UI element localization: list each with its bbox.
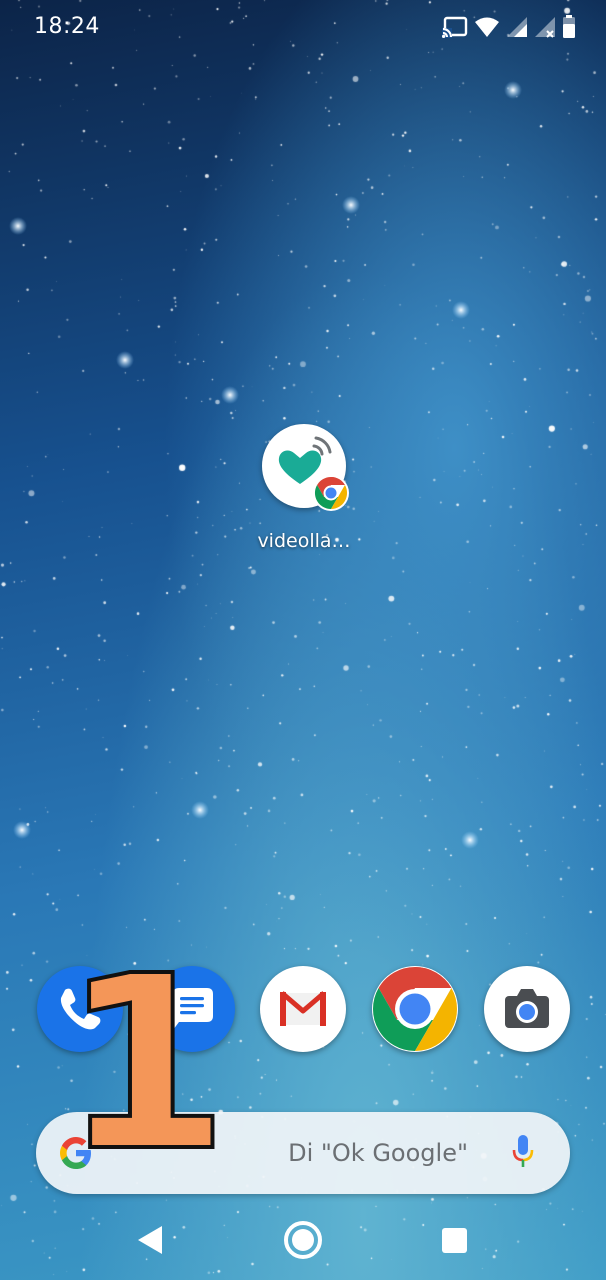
step-number-overlay: 1 bbox=[60, 924, 231, 1204]
dock-app-camera[interactable] bbox=[484, 966, 570, 1052]
recents-icon[interactable] bbox=[434, 1220, 474, 1260]
microphone-icon[interactable] bbox=[508, 1133, 538, 1173]
camera-icon bbox=[505, 989, 549, 1028]
home-app-shortcut[interactable]: videolla… bbox=[250, 424, 358, 552]
cast-icon bbox=[442, 16, 468, 38]
chrome-badge-icon bbox=[313, 475, 349, 511]
dock-app-chrome[interactable] bbox=[372, 966, 458, 1052]
navigation-bar bbox=[0, 1200, 606, 1280]
wifi-icon bbox=[475, 17, 499, 37]
app-shortcut-label: videolla… bbox=[257, 530, 351, 552]
status-bar: 18:24 bbox=[0, 0, 606, 54]
search-hint: Di "Ok Google" bbox=[288, 1139, 468, 1167]
battery-icon bbox=[563, 15, 575, 38]
chrome-icon bbox=[372, 967, 458, 1051]
signal-no-service-icon bbox=[535, 17, 555, 38]
signal-icon bbox=[507, 17, 527, 37]
back-icon[interactable] bbox=[132, 1220, 172, 1260]
home-icon[interactable] bbox=[281, 1218, 325, 1262]
gmail-icon bbox=[280, 991, 326, 1026]
app-shortcut-icon-container[interactable] bbox=[262, 424, 349, 511]
status-time: 18:24 bbox=[34, 14, 100, 39]
status-icons bbox=[442, 14, 576, 40]
dock-app-gmail[interactable] bbox=[260, 966, 346, 1052]
